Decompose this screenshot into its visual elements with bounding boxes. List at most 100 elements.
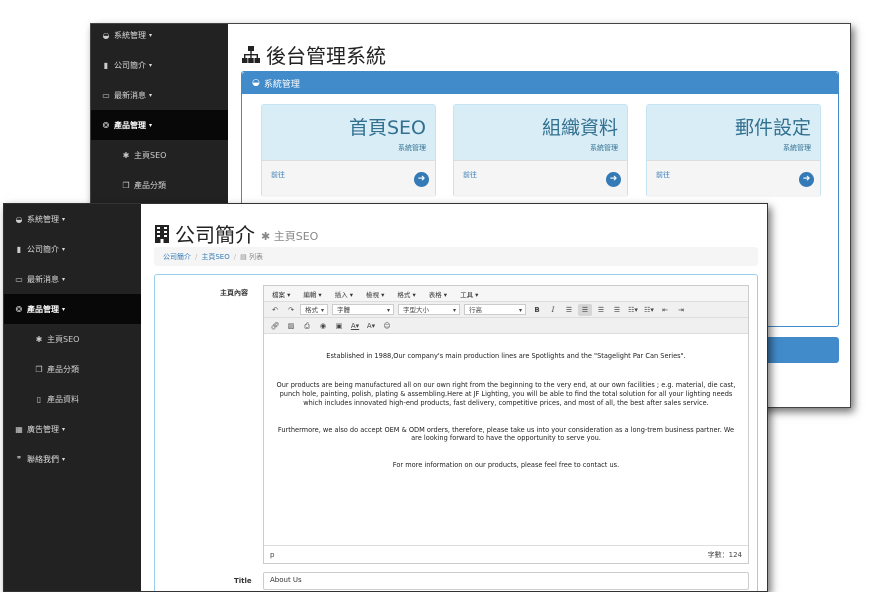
align-left-icon[interactable]: ☰: [562, 304, 576, 316]
numbered-list-icon[interactable]: ☷▾: [642, 304, 656, 316]
sidebar-item-ads[interactable]: ▦ 廣告管理 ▾: [4, 414, 141, 444]
page-subtitle-text: 主頁SEO: [273, 229, 319, 243]
sidebar-item-label: 系統管理: [114, 30, 146, 40]
gear-icon: ✱: [261, 229, 274, 243]
background-color-icon[interactable]: A▾: [364, 320, 378, 332]
link-icon[interactable]: 🔗︎: [268, 320, 282, 332]
sitemap-icon: [242, 46, 260, 63]
image-icon[interactable]: ▨: [284, 320, 298, 332]
card-mail-settings[interactable]: 郵件設定 系統管理 前往 ➜: [646, 104, 821, 197]
sidebar-item-system[interactable]: ◒ 系統管理 ▾: [4, 204, 141, 234]
sidebar-item-label: 產品管理: [114, 120, 146, 130]
print-icon[interactable]: ⎙: [300, 320, 314, 332]
italic-icon[interactable]: I: [546, 304, 560, 316]
card-title: 首頁SEO: [348, 117, 426, 139]
breadcrumb-link[interactable]: 公司簡介: [163, 252, 191, 262]
caret-down-icon: ▾: [62, 455, 66, 463]
bold-icon[interactable]: B: [530, 304, 544, 316]
sidebar-item-categories[interactable]: ❐ 產品分類: [4, 354, 141, 384]
building-icon: ▮: [103, 60, 109, 70]
card-seo[interactable]: 首頁SEO 系統管理 前往 ➜: [261, 104, 436, 197]
page-subtitle: ✱ 主頁SEO: [261, 228, 318, 244]
page-title-text: 後台管理系統: [266, 44, 386, 68]
caret-down-icon: ▾: [149, 121, 153, 129]
page-title: 公司簡介 ✱ 主頁SEO: [155, 219, 318, 248]
word-count: 字數：124: [707, 550, 742, 559]
breadcrumb-separator: /: [233, 252, 237, 261]
chat-icon: ❞: [16, 454, 22, 464]
element-path[interactable]: p: [270, 551, 274, 559]
rich-text-editor[interactable]: 檔案 ▾ 編輯 ▾ 插入 ▾ 檢視 ▾ 格式 ▾ 表格 ▾ 工具 ▾ ↶ ↷ 格…: [263, 285, 749, 564]
menu-table[interactable]: 表格 ▾: [429, 289, 447, 299]
sidebar-item-company[interactable]: ▮ 公司簡介 ▾: [4, 234, 141, 264]
sidebar-item-label: 最新消息: [114, 90, 146, 100]
menu-tools[interactable]: 工具 ▾: [460, 289, 478, 299]
sidebar-item-products[interactable]: ❂ 產品管理 ▾: [4, 294, 141, 324]
copy-icon: ❐: [122, 180, 130, 190]
breadcrumb: 公司簡介 / 主頁SEO / ▤ 列表: [154, 247, 758, 266]
arrow-right-icon[interactable]: ➜: [414, 172, 429, 187]
sidebar: ◒ 系統管理 ▾ ▮ 公司簡介 ▾ ▭ 最新消息 ▾ ❂ 產品管理 ▾ ✱ 主頁SEO ❐ 產品分類…: [4, 204, 141, 591]
dashboard-icon: ◒: [102, 30, 110, 40]
card-subtitle: 系統管理: [398, 144, 426, 152]
sidebar-item-categories[interactable]: ❐ 產品分類: [91, 170, 228, 200]
sidebar-item-products[interactable]: ❂ 產品管理 ▾: [91, 110, 228, 140]
font-size-dropdown[interactable]: 字型大小: [398, 304, 460, 316]
file-icon: ▯: [36, 394, 42, 404]
line-height-dropdown[interactable]: 行高: [464, 304, 526, 316]
menu-format[interactable]: 格式 ▾: [397, 289, 415, 299]
format-dropdown[interactable]: 格式: [300, 304, 328, 316]
sidebar-item-label: 公司簡介: [114, 60, 146, 70]
editor-statusbar: p 字數：124: [264, 545, 748, 563]
sidebar-item-news[interactable]: ▭ 最新消息 ▾: [4, 264, 141, 294]
editor-content[interactable]: Established in 1988,Our company's main p…: [264, 334, 748, 532]
sidebar-item-seo[interactable]: ✱ 主頁SEO: [91, 140, 228, 170]
dashboard-icon: ◒: [15, 214, 23, 224]
sidebar-item-contact[interactable]: ❞ 聯絡我們 ▾: [4, 444, 141, 474]
card-link[interactable]: 前往: [271, 170, 285, 180]
bullet-list-icon[interactable]: ☷▾: [626, 304, 640, 316]
title-input[interactable]: About Us: [263, 572, 749, 590]
sidebar-item-system[interactable]: ◒ 系統管理 ▾: [91, 24, 228, 50]
arrow-right-icon[interactable]: ➜: [799, 172, 814, 187]
undo-icon[interactable]: ↶: [268, 304, 282, 316]
card-title: 組織資料: [541, 117, 618, 139]
menu-file[interactable]: 檔案 ▾: [272, 289, 290, 299]
title-label: Title: [234, 577, 252, 585]
align-center-icon[interactable]: ☰: [578, 303, 592, 316]
menu-insert[interactable]: 插入 ▾: [335, 289, 353, 299]
outdent-icon[interactable]: ⇤: [658, 304, 672, 316]
main-content: 公司簡介 ✱ 主頁SEO 公司簡介 / 主頁SEO / ▤ 列表 主頁內容 檔案…: [141, 204, 767, 591]
card-link[interactable]: 前往: [463, 170, 477, 180]
card-link[interactable]: 前往: [656, 170, 670, 180]
menu-edit[interactable]: 編輯 ▾: [303, 289, 321, 299]
arrow-right-icon[interactable]: ➜: [606, 172, 621, 187]
align-justify-icon[interactable]: ☰: [610, 304, 624, 316]
sidebar-item-seo[interactable]: ✱ 主頁SEO: [4, 324, 141, 354]
card-organization[interactable]: 組織資料 系統管理 前往 ➜: [453, 104, 628, 197]
indent-icon[interactable]: ⇥: [674, 304, 688, 316]
sidebar-item-label: 產品分類: [134, 180, 166, 190]
preview-icon[interactable]: ◉: [316, 320, 330, 332]
caret-down-icon: ▾: [62, 215, 66, 223]
sidebar-item-label: 最新消息: [27, 274, 59, 284]
text-color-icon[interactable]: A▾: [348, 320, 362, 332]
menu-view[interactable]: 檢視 ▾: [366, 289, 384, 299]
content-paragraph: Furthermore, we also do accept OEM & ODM…: [277, 425, 735, 443]
editor-toolbar-1: ↶ ↷ 格式 字體 字型大小 行高 B I ☰ ☰ ☰ ☰ ☷▾ ☷▾ ⇤ ⇥: [264, 302, 748, 318]
content-paragraph: Our products are being manufactured all …: [276, 380, 736, 407]
emoticon-icon[interactable]: ☺: [380, 320, 394, 332]
content-paragraph: For more information on our products, pl…: [392, 461, 620, 470]
redo-icon[interactable]: ↷: [284, 304, 298, 316]
breadcrumb-link[interactable]: 主頁SEO: [201, 252, 229, 262]
card-title: 郵件設定: [734, 117, 811, 139]
sidebar-item-company[interactable]: ▮ 公司簡介 ▾: [91, 50, 228, 80]
align-right-icon[interactable]: ☰: [594, 304, 608, 316]
sidebar-item-news[interactable]: ▭ 最新消息 ▾: [91, 80, 228, 110]
sidebar-item-product-data[interactable]: ▯ 產品資料: [4, 384, 141, 414]
caret-down-icon: ▾: [149, 91, 153, 99]
editor-menubar: 檔案 ▾ 編輯 ▾ 插入 ▾ 檢視 ▾ 格式 ▾ 表格 ▾ 工具 ▾: [264, 286, 748, 302]
sidebar-item-label: 主頁SEO: [47, 334, 80, 344]
media-icon[interactable]: ▣: [332, 320, 346, 332]
font-dropdown[interactable]: 字體: [332, 304, 394, 316]
